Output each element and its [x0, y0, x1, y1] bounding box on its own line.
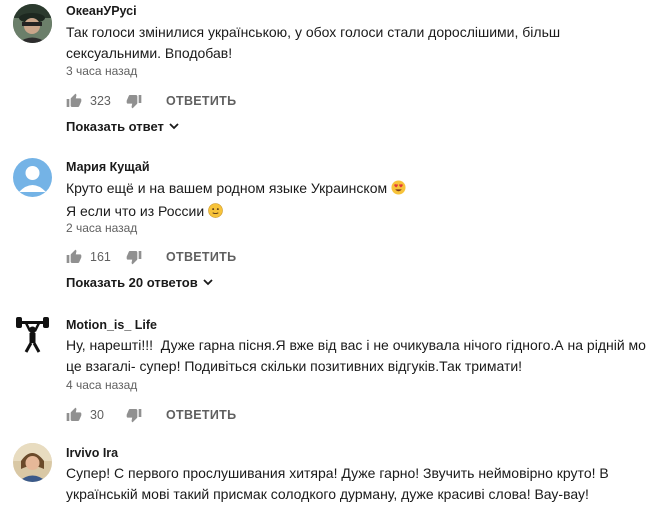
slightly-smiling-emoji-icon	[208, 203, 223, 224]
chevron-down-icon	[169, 123, 179, 130]
comment-text-line: українській мові такий присмак солодкого…	[66, 486, 589, 502]
comment-timestamp[interactable]: 2 часа назад	[66, 221, 137, 235]
show-replies-button[interactable]: Показать ответ	[66, 119, 179, 134]
comment-text-line: Так голоси змінилися українською, у обох…	[66, 24, 561, 40]
comment-text-line: Круто ещё и на вашем родном языке Украин…	[66, 180, 388, 196]
comment-author[interactable]: Irvivo Ira	[66, 446, 118, 460]
heart-eyes-emoji-icon	[391, 180, 406, 201]
avatar[interactable]	[13, 443, 52, 482]
comment-text: Ну, нарешті!!! Дуже гарна пісня.Я вже ві…	[66, 335, 646, 377]
comment-actions: 161 ОТВЕТИТЬ	[66, 248, 236, 266]
comment-text: Так голоси змінилися українською, у обох…	[66, 22, 631, 64]
comment-text-line-wrap: Круто ещё и на вашем родном языке Украин…	[66, 178, 631, 201]
thumbs-up-icon[interactable]	[66, 249, 82, 265]
comment-text: Супер! С первого прослушивания хитяра! Д…	[66, 463, 631, 505]
like-count: 161	[90, 250, 111, 264]
thumbs-up-icon[interactable]	[66, 407, 82, 423]
thumbs-down-icon[interactable]	[126, 249, 142, 265]
like-count: 323	[90, 94, 111, 108]
show-replies-label: Показать ответ	[66, 119, 164, 134]
avatar[interactable]	[13, 316, 52, 355]
reply-button[interactable]: ОТВЕТИТЬ	[166, 408, 236, 422]
comment-text-line: Супер! С первого прослушивания хитяра! Д…	[66, 465, 609, 481]
comment-actions: 323 ОТВЕТИТЬ	[66, 92, 236, 110]
comment-text-line: Ну, нарешті!!! Дуже гарна пісня.Я вже ві…	[66, 337, 646, 353]
thumbs-up-icon[interactable]	[66, 93, 82, 109]
comment-text: Круто ещё и на вашем родном языке Украин…	[66, 178, 631, 224]
chevron-down-icon	[203, 279, 213, 286]
thumbs-down-icon[interactable]	[126, 93, 142, 109]
comment-timestamp[interactable]: 3 часа назад	[66, 64, 137, 78]
like-count: 30	[90, 408, 104, 422]
show-replies-label: Показать 20 ответов	[66, 275, 198, 290]
thumbs-down-icon[interactable]	[126, 407, 142, 423]
reply-button[interactable]: ОТВЕТИТЬ	[166, 250, 236, 264]
comment-actions: 30 ОТВЕТИТЬ	[66, 406, 236, 424]
comment-author[interactable]: Мария Кущай	[66, 160, 150, 174]
avatar[interactable]	[13, 4, 52, 43]
comment-timestamp[interactable]: 4 часа назад	[66, 378, 137, 392]
avatar[interactable]	[13, 158, 52, 197]
reply-button[interactable]: ОТВЕТИТЬ	[166, 94, 236, 108]
comment-author[interactable]: Motion_is_ Life	[66, 318, 157, 332]
comment-text-line: це взагалі- супер! Подивіться скільки по…	[66, 358, 523, 374]
comment-text-line-wrap: Я если что из России	[66, 201, 631, 224]
comment-text-line: Я если что из России	[66, 203, 205, 219]
show-replies-button[interactable]: Показать 20 ответов	[66, 275, 213, 290]
comment-text-line: сексуальними. Вподобав!	[66, 45, 233, 61]
comment-author[interactable]: ОкеанУРусі	[66, 4, 137, 18]
